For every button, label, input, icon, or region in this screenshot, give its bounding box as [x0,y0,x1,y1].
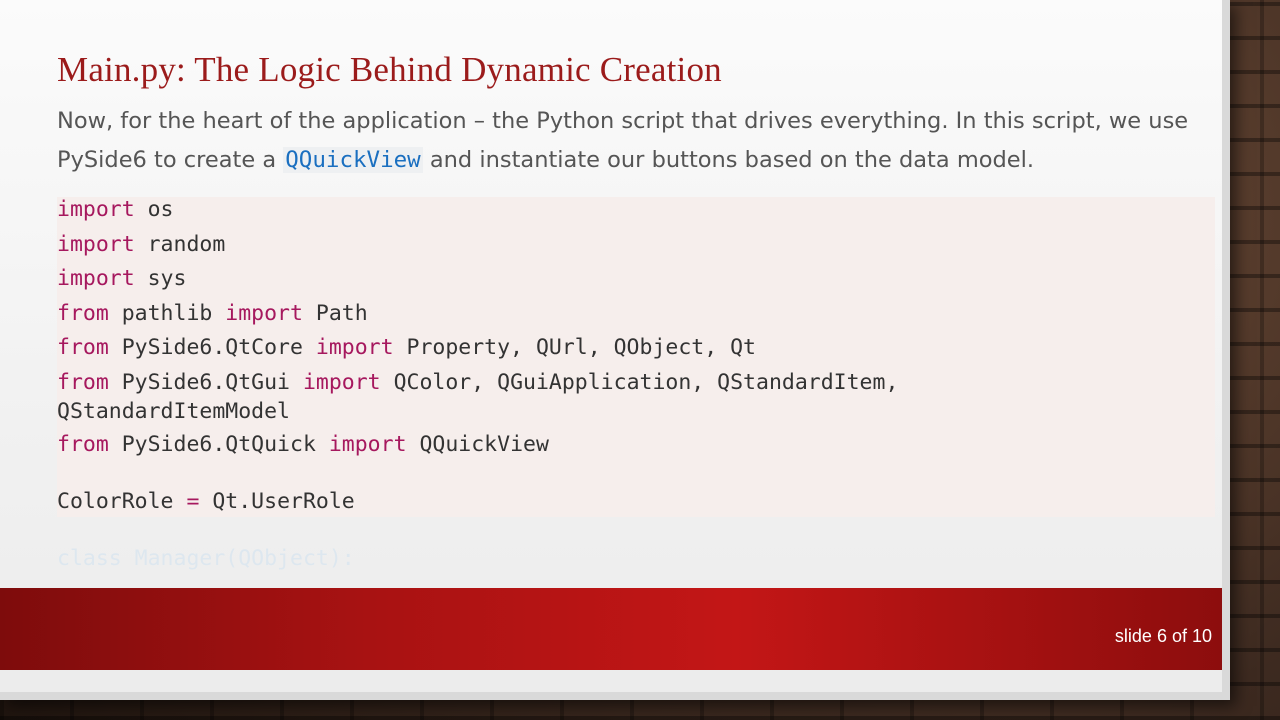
keyword: import [328,432,407,457]
faded-code-line: class Manager(QObject): [57,546,355,571]
code-text: os [134,197,174,222]
code-line-3: import sys [57,266,186,291]
keyword: import [57,197,135,222]
code-text: PySide6.QtQuick [108,432,329,457]
keyword: from [57,335,109,360]
keyword: import [302,370,381,395]
code-line-6-continued: QStandardItemModel [57,399,290,424]
body-text-part2: and instantiate our buttons based on the… [422,147,1035,173]
keyword: import [57,232,135,257]
keyword: from [57,301,109,326]
code-text: PySide6.QtGui [108,370,303,395]
keyword: import [225,301,303,326]
code-text: PySide6.QtCore [108,335,316,360]
code-block: import os import random import sys from … [57,197,1215,517]
code-line-4: from pathlib import Path [57,301,368,326]
code-text: random [134,232,226,257]
code-text: QQuickView [406,432,549,457]
code-text: QColor, QGuiApplication, QStandardItem, [380,370,899,395]
keyword: from [57,432,109,457]
code-text: Qt.UserRole [199,489,355,514]
slide-body-text: Now, for the heart of the application – … [57,102,1217,180]
code-text: ColorRole [57,489,187,514]
inline-code-qquickview: QQuickView [283,147,423,173]
code-text: Property, QUrl, QObject, Qt [393,335,757,360]
code-line-7: from PySide6.QtQuick import QQuickView [57,432,549,457]
code-line-6: from PySide6.QtGui import QColor, QGuiAp… [57,370,898,395]
slide: Main.py: The Logic Behind Dynamic Creati… [0,0,1230,700]
code-line-1: import os [57,197,174,222]
slide-title: Main.py: The Logic Behind Dynamic Creati… [57,50,722,89]
code-line-2: import random [57,232,225,257]
code-text: Path [302,301,368,326]
keyword: import [315,335,394,360]
code-line-8: ColorRole = Qt.UserRole [57,489,355,514]
keyword: from [57,370,109,395]
code-line-5: from PySide6.QtCore import Property, QUr… [57,335,756,360]
slide-number: slide 6 of 10 [1114,626,1212,646]
footer-bar: slide 6 of 10 [0,588,1228,670]
keyword: import [57,266,135,291]
code-text: sys [134,266,187,291]
operator: = [186,489,200,514]
code-text: pathlib [108,301,226,326]
